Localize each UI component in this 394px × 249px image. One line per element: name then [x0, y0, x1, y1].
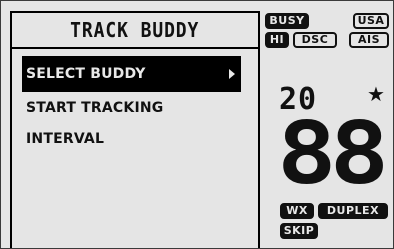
menu-item-start-tracking[interactable]: START TRACKING — [22, 92, 241, 123]
menu-item-label: SELECT BUDDY — [26, 66, 146, 82]
usa-badge: USA — [353, 13, 389, 29]
busy-badge: BUSY — [265, 13, 309, 29]
hi-badge: HI — [265, 32, 289, 48]
duplex-badge: DUPLEX — [318, 203, 388, 219]
chevron-right-icon — [229, 69, 235, 79]
track-buddy-menu: TRACK BUDDY SELECT BUDDY START TRACKING … — [10, 11, 260, 248]
menu-item-label: INTERVAL — [26, 130, 105, 147]
lcd-screen: TRACK BUDDY SELECT BUDDY START TRACKING … — [0, 0, 394, 249]
star-icon: ★ — [367, 82, 385, 106]
dsc-badge: DSC — [293, 32, 337, 48]
ais-badge: AIS — [349, 32, 389, 48]
menu-title: TRACK BUDDY — [70, 18, 200, 42]
skip-badge: SKIP — [280, 223, 318, 239]
wx-badge: WX — [280, 203, 314, 219]
menu-header: TRACK BUDDY — [12, 13, 258, 49]
menu-item-label: START TRACKING — [26, 99, 164, 116]
menu-item-select-buddy[interactable]: SELECT BUDDY — [22, 56, 241, 92]
big-display-number: 88 — [277, 104, 389, 204]
menu-item-interval[interactable]: INTERVAL — [22, 123, 241, 154]
menu-list: SELECT BUDDY START TRACKING INTERVAL — [12, 49, 258, 154]
status-panel: BUSY USA HI DSC AIS 20 ★ 88 WX DUPLEX SK… — [263, 11, 391, 248]
